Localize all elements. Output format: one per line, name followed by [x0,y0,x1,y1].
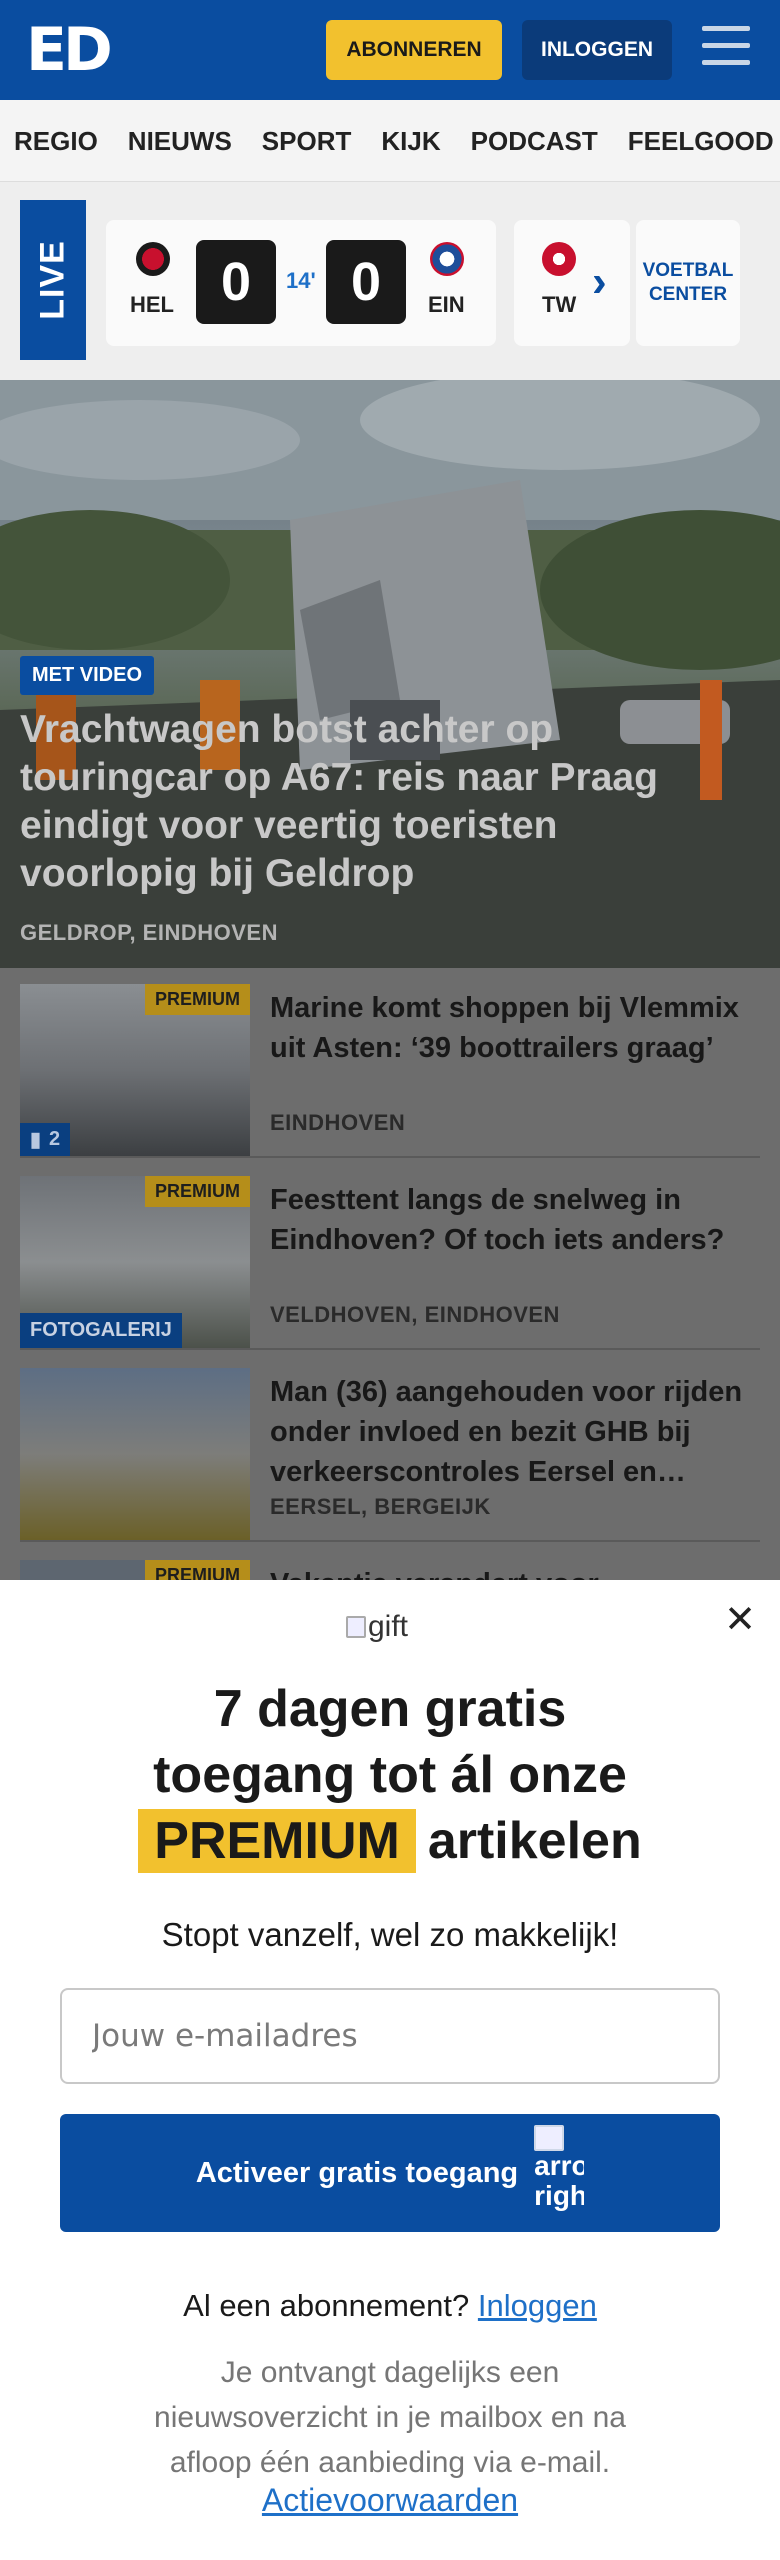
chevron-right-icon[interactable]: › [592,260,607,304]
article-title[interactable]: Man (36) aangehouden voor rijden onder i… [270,1372,760,1492]
next-match-card[interactable]: TW [514,220,630,346]
modal-login-link[interactable]: Inloggen [478,2288,597,2323]
article-thumbnail: PREMIUM ▮ 2 [20,984,250,1156]
match-card[interactable]: HEL 0 14' 0 EIN [106,220,496,346]
terms-link[interactable]: Actievoorwaarden [0,2482,780,2519]
premium-badge: PREMIUM [145,984,250,1015]
list-item[interactable]: PREMIUM FOTOGALERIJ Feesttent langs de s… [20,1160,760,1350]
modal-subline: Stopt vanzelf, wel zo makkelijk! [161,1916,619,1953]
subscribe-button[interactable]: ABONNEREN [326,20,502,80]
comment-count-badge: ▮ 2 [20,1123,71,1156]
away-team-crest-icon [430,242,464,276]
home-score: 0 [196,240,276,324]
nav-item-podcast[interactable]: PODCAST [471,100,598,181]
article-location: EINDHOVEN [270,1110,406,1135]
comment-icon: ▮ [30,1129,42,1151]
away-score: 0 [326,240,406,324]
headline-line-3: PREMIUM artikelen [0,1808,780,1874]
section-nav: REGIO NIEUWS SPORT KIJK PODCAST FEELGOOD [0,100,780,182]
premium-trial-modal: ✕ gift 7 dagen gratis toegang tot ál onz… [0,1580,780,2560]
article-title[interactable]: Marine komt shoppen bij Vlemmix uit Aste… [270,988,760,1068]
hamburger-icon[interactable] [702,26,750,72]
match-minute: 14' [286,268,316,293]
hero-title[interactable]: Vrachtwagen botst achter op touringcar o… [20,706,740,898]
headline-end: artikelen [427,1812,642,1870]
nav-item-kijk[interactable]: KIJK [381,100,440,181]
headline-line-2: toegang tot ál onze [153,1746,627,1804]
top-header: ED ABONNEREN INLOGGEN [0,0,780,100]
list-item[interactable]: Man (36) aangehouden voor rijden onder i… [20,1352,760,1542]
modal-headline: 7 dagen gratis toegang tot ál onze PREMI… [0,1676,780,1874]
nav-item-feelgood[interactable]: FEELGOOD [628,100,774,181]
email-field[interactable] [60,1988,720,2084]
article-title[interactable]: Feesttent langs de snelweg in Eindhoven?… [270,1180,760,1260]
login-button[interactable]: INLOGGEN [522,20,672,80]
headline-line-1: 7 dagen gratis [213,1680,567,1738]
list-item[interactable]: PREMIUM ▮ 2 Marine komt shoppen bij Vlemm… [20,968,760,1158]
premium-highlight: PREMIUM [138,1809,416,1873]
article-thumbnail: PREMIUM FOTOGALERIJ [20,1176,250,1348]
cta-label: Activeer gratis toegang [195,2156,519,2189]
premium-badge: PREMIUM [145,1176,250,1207]
nav-item-regio[interactable]: REGIO [14,100,98,181]
live-label: LIVE [20,200,86,360]
site-logo[interactable]: ED [26,18,113,82]
voetbal-center-link[interactable]: VOETBAL CENTER [636,220,740,346]
photo-gallery-badge: FOTOGALERIJ [20,1313,182,1348]
next-team-crest-icon [542,242,576,276]
existing-subscription-line: Al een abonnement? Inloggen [183,2288,597,2323]
next-team-code: TW [542,292,577,317]
article-location: VELDHOVEN, EINDHOVEN [270,1302,560,1327]
hero-article[interactable]: MET VIDEO Vrachtwagen botst achter op to… [0,380,780,968]
nav-item-sport[interactable]: SPORT [262,100,352,181]
hero-location: GELDROP, EINDHOVEN [20,920,278,945]
home-team-crest-icon [136,242,170,276]
home-team-code: HEL [130,292,174,317]
away-team-code: EIN [428,292,465,317]
arrow-right-icon: arrow right [534,2125,584,2221]
nav-item-nieuws[interactable]: NIEUWS [128,100,232,181]
close-icon[interactable]: ✕ [722,1601,758,1639]
article-list: PREMIUM ▮ 2 Marine komt shoppen bij Vlemm… [0,968,780,1732]
article-location: EERSEL, BERGEIJK [270,1494,491,1519]
modal-info-text: Je ontvangt dagelijks een nieuwsoverzich… [154,2356,626,2479]
gift-icon: gift [346,1610,408,1644]
video-badge: MET VIDEO [20,656,155,695]
article-thumbnail [20,1368,250,1540]
live-scores-strip: LIVE HEL 0 14' 0 EIN TW › VOETBAL CENTER [0,182,780,380]
activate-trial-button[interactable]: Activeer gratis toegang arrow right [60,2114,720,2232]
